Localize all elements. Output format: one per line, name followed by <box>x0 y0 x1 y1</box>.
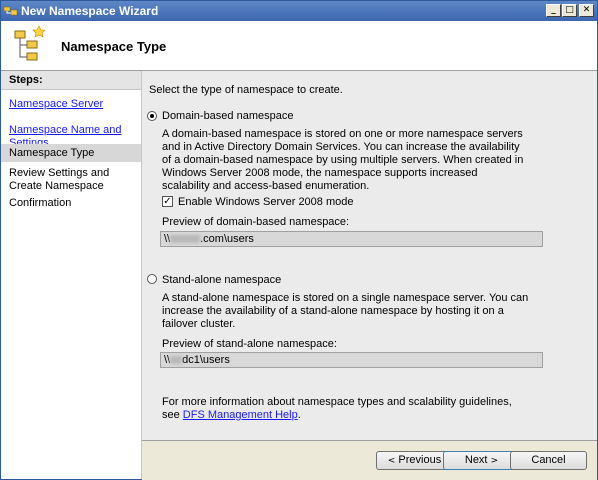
standalone-preview-suffix: dc1\users <box>182 354 230 366</box>
maximize-icon[interactable]: □ <box>562 4 577 17</box>
help-text: For more information about namespace typ… <box>162 396 522 422</box>
stand-alone-radio[interactable] <box>147 274 157 284</box>
domain-based-label[interactable]: Domain-based namespace <box>162 110 293 123</box>
content-panel: Select the type of namespace to create. … <box>142 71 597 440</box>
redacted-server <box>170 356 183 365</box>
window-title: New Namespace Wizard <box>21 4 159 18</box>
help-text-end: . <box>297 409 301 421</box>
step-namespace-server[interactable]: Namespace Server <box>9 98 139 111</box>
step-review-settings: Review Settings and Create Namespace <box>9 167 110 192</box>
intro-text: Select the type of namespace to create. <box>149 84 343 96</box>
domain-preview-suffix: .com\users <box>200 233 254 245</box>
standalone-preview-label: Preview of stand-alone namespace: <box>162 338 337 350</box>
button-bar: < Previous Next > Cancel <box>142 440 597 480</box>
step-confirmation: Confirmation <box>9 197 72 209</box>
title-bar[interactable]: New Namespace Wizard _ □ ✕ <box>1 1 597 21</box>
windows-2008-mode-label[interactable]: Enable Windows Server 2008 mode <box>178 196 353 209</box>
domain-based-radio[interactable] <box>147 111 157 121</box>
step-namespace-type: Namespace Type <box>1 144 141 162</box>
dfs-help-link[interactable]: DFS Management Help <box>183 409 298 421</box>
domain-preview-label: Preview of domain-based namespace: <box>162 216 350 228</box>
previous-button-label: Previous <box>398 454 442 466</box>
redacted-domain <box>170 235 201 244</box>
windows-2008-mode-checkbox[interactable]: ✓ <box>162 196 173 207</box>
standalone-preview-field: \\ dc1\users <box>160 352 543 368</box>
wizard-header: Namespace Type <box>1 21 597 71</box>
cancel-button[interactable]: Cancel <box>510 451 587 470</box>
namespace-app-icon <box>4 6 18 16</box>
previous-button[interactable]: < Previous <box>376 451 453 470</box>
steps-heading: Steps: <box>1 71 141 90</box>
steps-sidebar: Steps: Namespace Server Namespace Name a… <box>1 71 142 479</box>
page-title: Namespace Type <box>61 39 167 54</box>
next-button-label: Next <box>464 454 488 466</box>
wizard-window: New Namespace Wizard _ □ ✕ Namespace Typ… <box>0 0 598 480</box>
stand-alone-description: A stand-alone namespace is stored on a s… <box>162 292 529 330</box>
namespace-wizard-icon <box>14 25 46 61</box>
minimize-icon[interactable]: _ <box>546 4 561 17</box>
stand-alone-label[interactable]: Stand-alone namespace <box>162 274 281 287</box>
domain-based-description: A domain-based namespace is stored on on… <box>162 128 524 192</box>
domain-preview-field: \\ .com\users <box>160 231 543 247</box>
next-button[interactable]: Next > <box>443 451 520 470</box>
close-icon[interactable]: ✕ <box>579 4 594 17</box>
